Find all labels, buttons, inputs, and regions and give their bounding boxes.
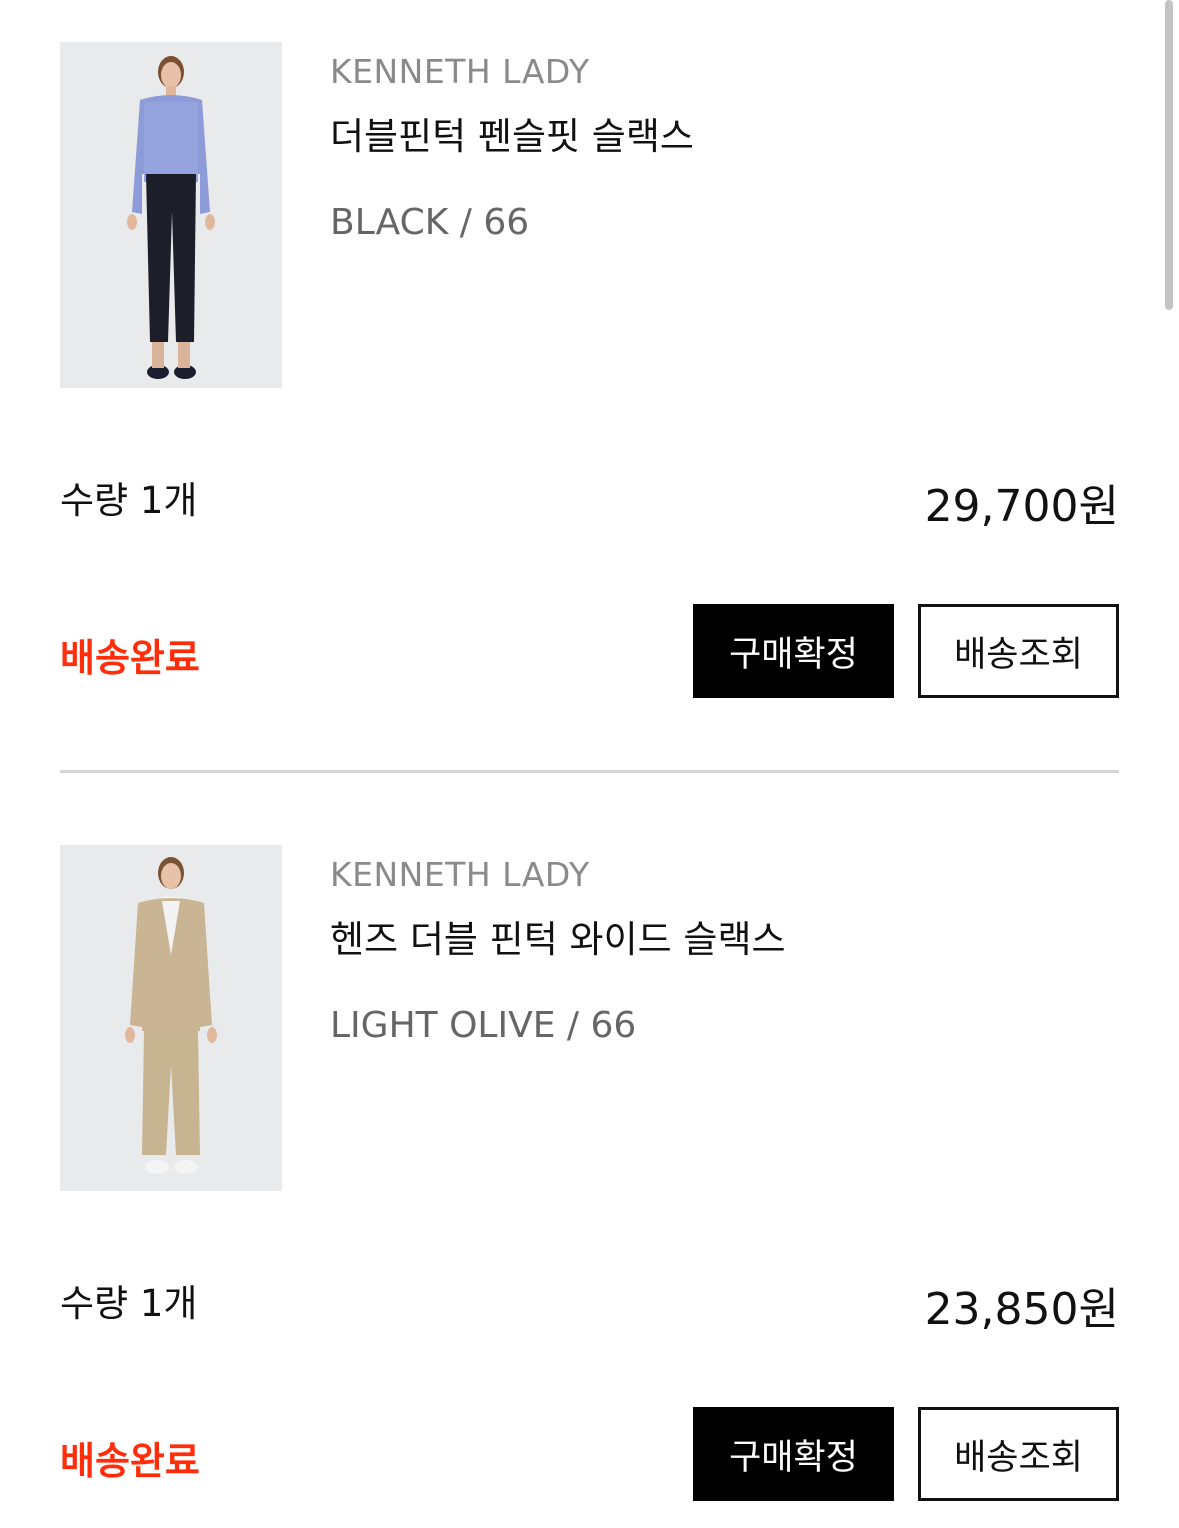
product-image[interactable]: [60, 845, 282, 1191]
price: 29,700원: [924, 481, 1119, 532]
confirm-purchase-button[interactable]: 구매확정: [693, 604, 894, 698]
price: 23,850원: [924, 1284, 1119, 1335]
product-name[interactable]: 더블핀턱 펜슬핏 슬랙스: [330, 106, 694, 160]
delivery-status: 배송완료: [60, 1439, 200, 1483]
confirm-purchase-button[interactable]: 구매확정: [693, 1407, 894, 1501]
order-item: KENNETH LADY 헨즈 더블 핀턱 와이드 슬랙스 LIGHT OLIV…: [60, 845, 1119, 1528]
scrollbar[interactable]: [1165, 0, 1173, 310]
brand-name: KENNETH LADY: [330, 855, 590, 894]
order-list-page: KENNETH LADY 더블핀턱 펜슬핏 슬랙스 BLACK / 66 수량 …: [0, 0, 1179, 1528]
track-delivery-button[interactable]: 배송조회: [918, 1407, 1119, 1501]
brand-name: KENNETH LADY: [330, 52, 590, 91]
quantity: 수량 1개: [60, 1282, 198, 1325]
product-option: BLACK / 66: [330, 202, 530, 243]
track-delivery-button[interactable]: 배송조회: [918, 604, 1119, 698]
product-option: LIGHT OLIVE / 66: [330, 1005, 637, 1046]
divider: [60, 770, 1119, 773]
product-image[interactable]: [60, 42, 282, 388]
order-item: KENNETH LADY 더블핀턱 펜슬핏 슬랙스 BLACK / 66 수량 …: [60, 42, 1119, 742]
delivery-status: 배송완료: [60, 636, 200, 680]
product-name[interactable]: 헨즈 더블 핀턱 와이드 슬랙스: [330, 909, 786, 963]
quantity: 수량 1개: [60, 479, 198, 522]
